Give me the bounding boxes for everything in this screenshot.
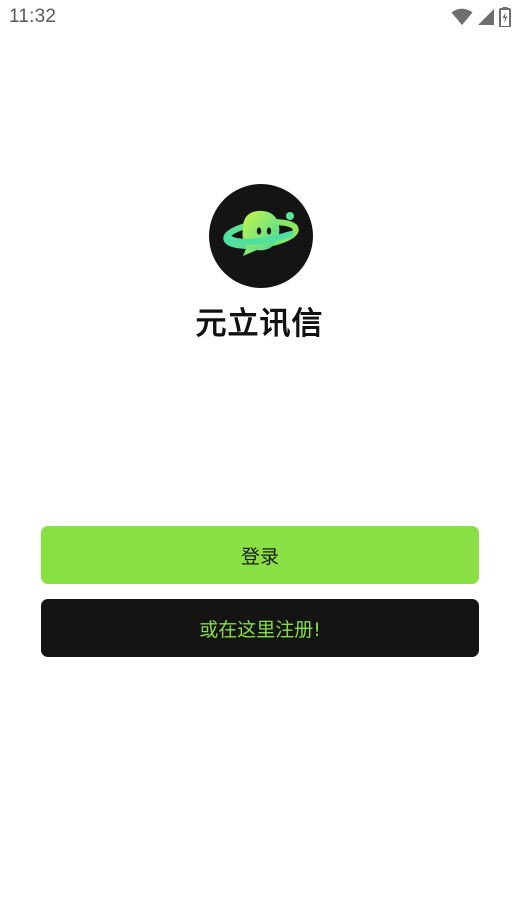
status-icons	[451, 6, 511, 28]
app-name: 元立讯信	[195, 306, 324, 342]
wifi-icon	[451, 8, 473, 26]
battery-charging-icon	[499, 7, 511, 27]
status-bar: 11:32	[0, 0, 519, 36]
cellular-signal-icon	[477, 8, 495, 26]
login-button[interactable]: 登录	[41, 526, 479, 584]
login-screen: 11:32 元立讯信 登录 或在这里注册!	[0, 0, 519, 922]
app-logo	[209, 184, 313, 288]
register-button[interactable]: 或在这里注册!	[41, 599, 479, 657]
planet-mascot-icon	[223, 210, 299, 256]
status-time: 11:32	[9, 6, 57, 27]
